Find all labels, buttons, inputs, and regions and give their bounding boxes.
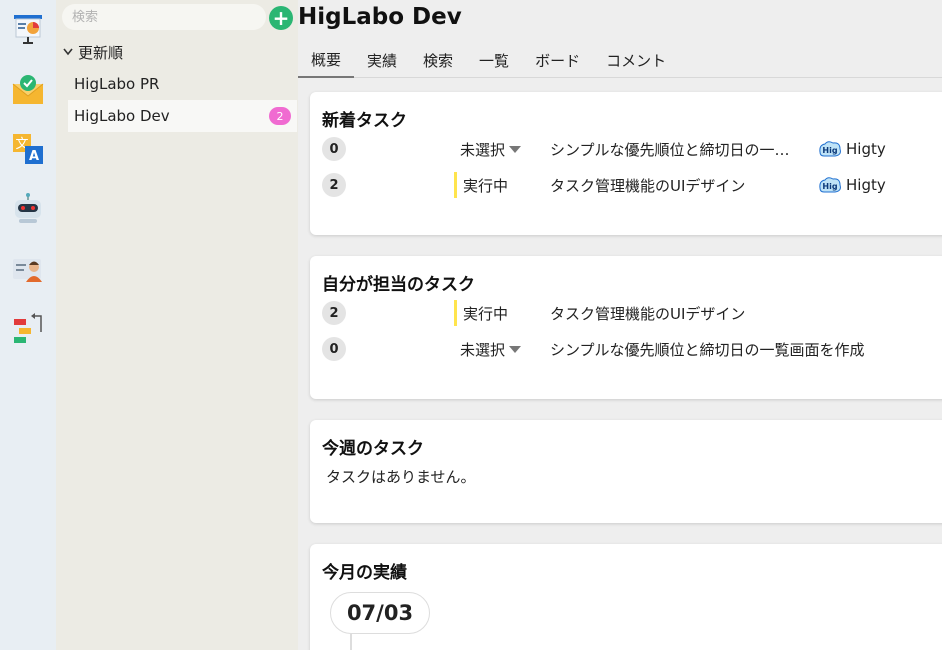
timeline-line	[350, 634, 352, 650]
my-tasks-card: 自分が担当のタスク 2 実行中 タスク管理機能のUIデザイン 0 未選択 シンプ…	[310, 256, 942, 399]
status-label: 実行中	[463, 176, 509, 195]
higty-logo-icon: Hig	[819, 177, 841, 193]
presentation-chart-icon[interactable]	[9, 10, 47, 48]
assignee: Hig Higty	[818, 176, 886, 194]
task-row[interactable]: 0 未選択 シンプルな優先順位と締切日の一… Hig Higty	[322, 136, 942, 162]
add-project-button[interactable]: +	[269, 6, 293, 30]
section-title: 今月の実績	[322, 563, 407, 583]
task-name[interactable]: タスク管理機能のUIデザイン	[550, 303, 745, 324]
section-title: 新着タスク	[322, 111, 407, 131]
assignee-name: Higty	[846, 176, 886, 194]
week-tasks-card: 今週のタスク タスクはありません。	[310, 420, 942, 523]
empty-message: タスクはありません。	[326, 468, 476, 486]
svg-text:Hig: Hig	[822, 146, 837, 155]
robot-icon[interactable]	[9, 190, 47, 228]
sort-label: 更新順	[78, 43, 124, 62]
status-dropdown[interactable]: 実行中	[454, 172, 508, 198]
tab-board[interactable]: ボード	[522, 42, 593, 78]
assignee-name: Higty	[846, 140, 886, 158]
new-tasks-card: 新着タスク 0 未選択 シンプルな優先順位と締切日の一… Hig Higty 2…	[310, 92, 942, 235]
project-item-active[interactable]: HigLabo Dev 2	[68, 100, 297, 132]
project-sidebar: + 更新順 HigLabo PR HigLabo Dev 2	[56, 0, 298, 650]
count-badge: 0	[322, 137, 346, 161]
page-title: HigLabo Dev	[298, 4, 462, 30]
tab-bar: 概要 実績 検索 一覧 ボード コメント	[298, 42, 942, 78]
project-name: HigLabo Dev	[74, 107, 170, 125]
task-row[interactable]: 2 実行中 タスク管理機能のUIデザイン	[322, 300, 942, 326]
tab-search[interactable]: 検索	[410, 42, 466, 78]
date-chip[interactable]: 07/03	[330, 592, 430, 634]
count-badge: 2	[322, 173, 346, 197]
status-dropdown[interactable]: 実行中	[454, 300, 508, 326]
app-rail: 文 A	[0, 0, 56, 650]
task-name[interactable]: タスク管理機能のUIデザイン	[550, 175, 745, 196]
tab-list[interactable]: 一覧	[466, 42, 522, 78]
tab-results[interactable]: 実績	[354, 42, 410, 78]
section-title: 今週のタスク	[322, 439, 424, 459]
caret-down-icon	[509, 145, 522, 153]
svg-text:Hig: Hig	[822, 182, 837, 191]
sort-toggle[interactable]: 更新順	[60, 40, 123, 64]
task-name[interactable]: シンプルな優先順位と締切日の一覧画面を作成	[550, 339, 865, 360]
count-badge: 2	[322, 301, 346, 325]
project-item[interactable]: HigLabo PR	[68, 68, 297, 100]
status-label: 未選択	[460, 140, 506, 159]
tab-comments[interactable]: コメント	[593, 42, 679, 78]
translate-icon[interactable]: 文 A	[9, 130, 47, 168]
month-results-card: 今月の実績 07/03	[310, 544, 942, 650]
flowchart-icon[interactable]	[9, 310, 47, 348]
caret-down-icon	[509, 345, 522, 353]
task-row[interactable]: 2 実行中 タスク管理機能のUIデザイン Hig Higty	[322, 172, 942, 198]
tab-overview[interactable]: 概要	[298, 42, 355, 78]
user-card-icon[interactable]	[9, 250, 47, 288]
main-content: HigLabo Dev 概要 実績 検索 一覧 ボード コメント 新着タスク 0…	[298, 0, 942, 650]
svg-text:A: A	[29, 149, 39, 164]
status-label: 未選択	[460, 340, 506, 359]
assignee: Hig Higty	[818, 140, 886, 158]
status-label: 実行中	[463, 304, 509, 323]
section-title: 自分が担当のタスク	[322, 275, 475, 295]
mail-check-icon[interactable]	[9, 70, 47, 108]
project-name: HigLabo PR	[74, 75, 160, 93]
plus-icon: +	[272, 6, 290, 30]
chevron-down-icon	[60, 45, 76, 59]
count-badge: 0	[322, 337, 346, 361]
status-dropdown[interactable]: 未選択	[454, 136, 522, 162]
task-name[interactable]: シンプルな優先順位と締切日の一…	[550, 139, 790, 160]
higty-logo-icon: Hig	[819, 141, 841, 157]
search-input[interactable]	[62, 4, 266, 30]
status-dropdown[interactable]: 未選択	[454, 336, 522, 362]
unread-badge: 2	[269, 107, 291, 125]
task-row[interactable]: 0 未選択 シンプルな優先順位と締切日の一覧画面を作成	[322, 336, 942, 362]
